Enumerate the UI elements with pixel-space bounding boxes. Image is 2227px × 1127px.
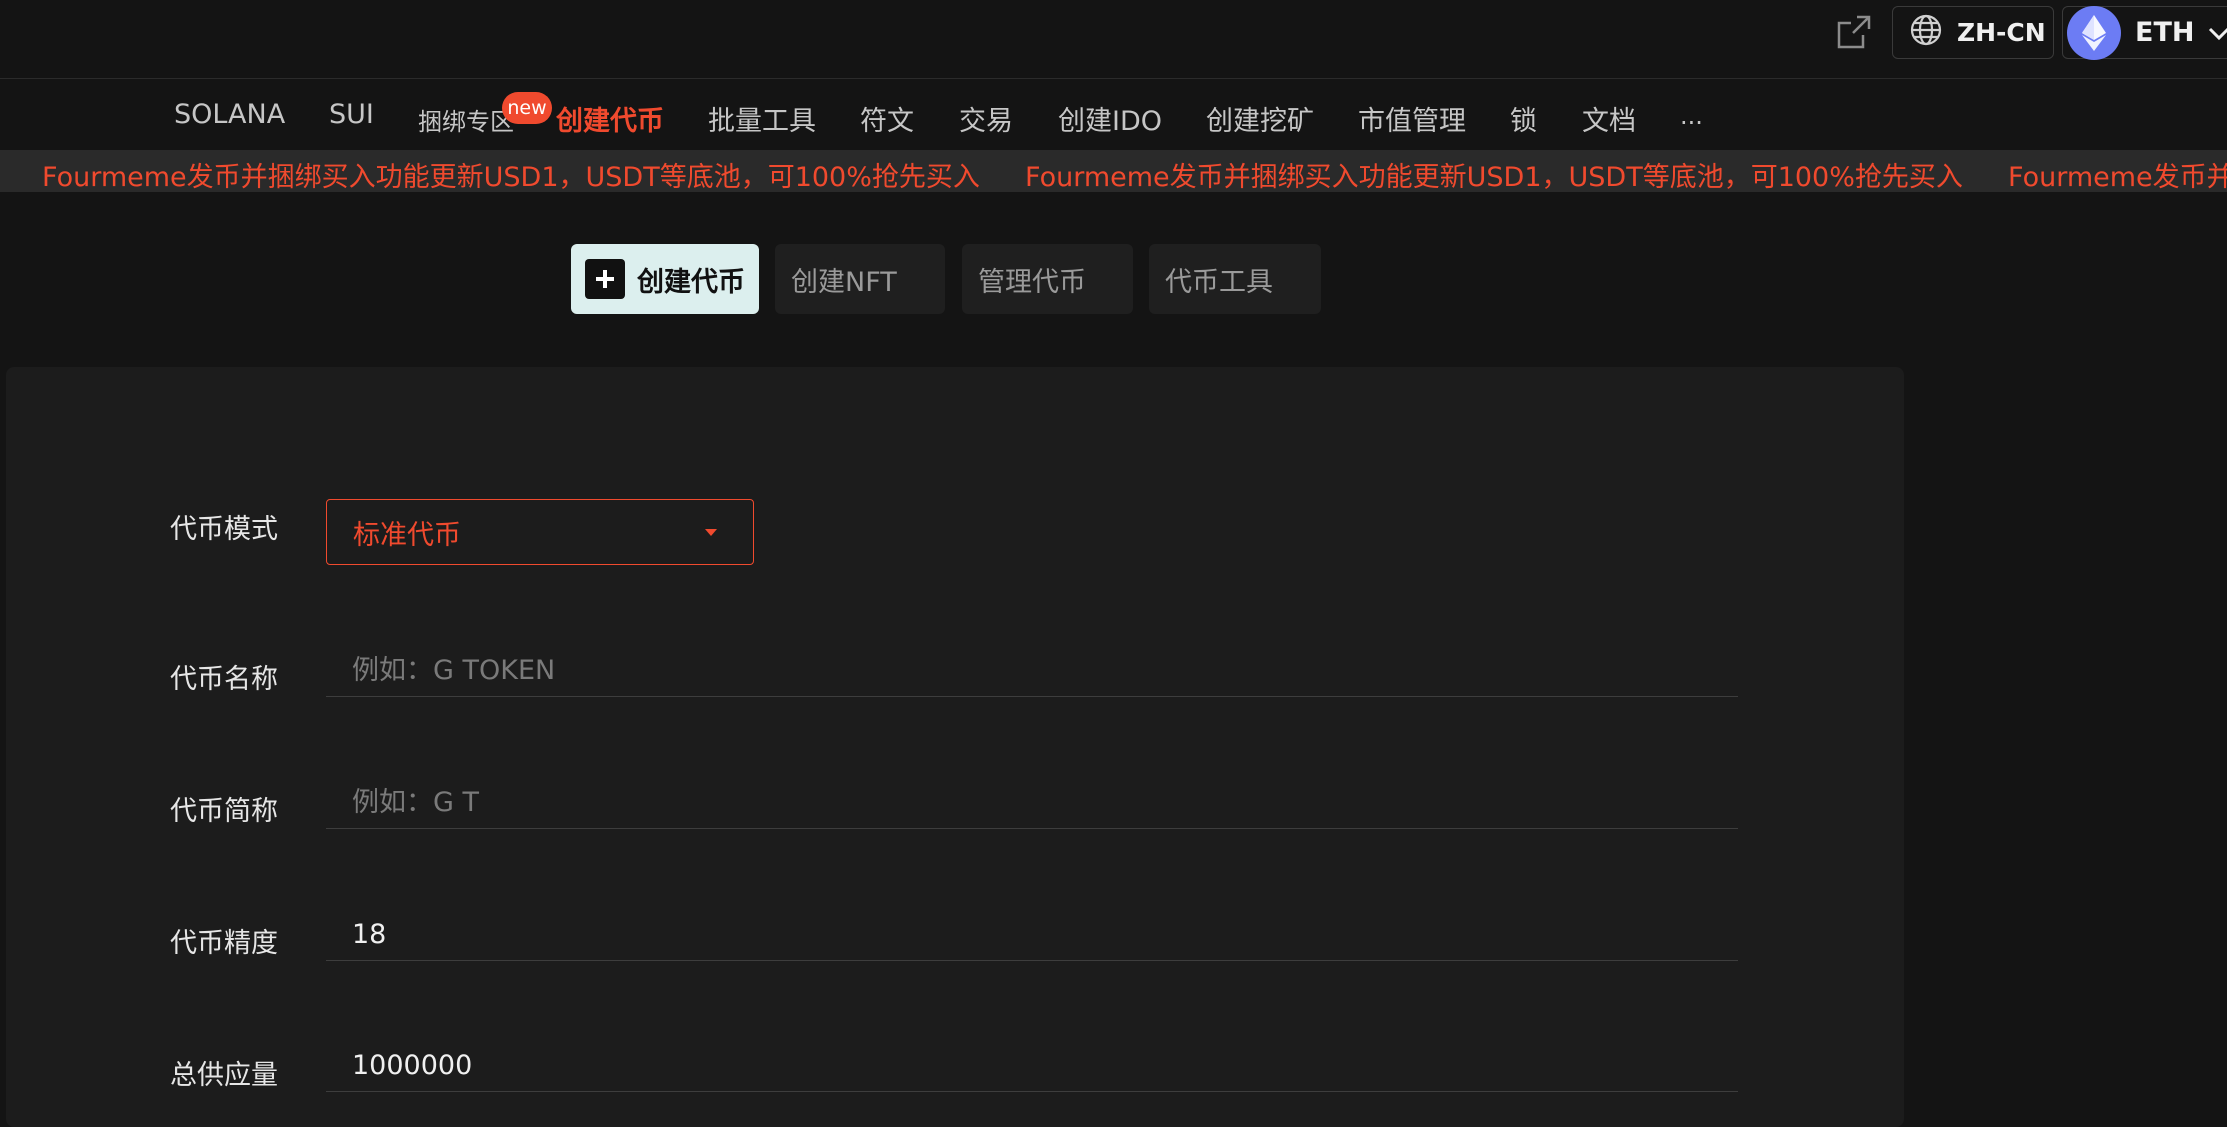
token-symbol-input[interactable] xyxy=(326,777,1738,828)
tab-create-token[interactable]: 创建代币 xyxy=(571,244,759,314)
announcement-text: Fourmeme发币并捆绑买入功能更新USD1，USDT等底池，可100%抢先买… xyxy=(42,162,980,192)
token-name-input[interactable] xyxy=(326,645,1738,696)
nav-item-create-token[interactable]: 创建代币 xyxy=(556,99,664,138)
plus-icon xyxy=(585,259,625,299)
main-nav: SOLANA SUI 捆绑专区 new 创建代币 批量工具 符文 交易 创建ID… xyxy=(0,79,2227,151)
announcement-text: Fourmeme发币并捆绑买入功能更新USD1，USDT等底池，可100%抢先买… xyxy=(1025,162,1963,192)
nav-item-lock[interactable]: 锁 xyxy=(1510,99,1537,138)
share-icon[interactable] xyxy=(1833,13,1873,53)
caret-down-icon xyxy=(705,529,717,536)
total-supply-input[interactable] xyxy=(326,1040,1738,1091)
token-decimals-field xyxy=(326,909,1738,961)
announcement-marquee: Fourmeme发币并捆绑买入功能更新USD1，USDT等底池，可100%抢先买… xyxy=(0,150,2227,192)
announcement-text: Fourmeme发币并捆 xyxy=(2008,162,2227,192)
nav-item-docs[interactable]: 文档 xyxy=(1582,99,1636,138)
nav-item-runes[interactable]: 符文 xyxy=(860,99,914,138)
nav-item-solana[interactable]: SOLANA xyxy=(174,99,285,130)
nav-item-trade[interactable]: 交易 xyxy=(959,99,1013,138)
total-supply-field xyxy=(326,1040,1738,1092)
token-name-field xyxy=(326,645,1738,697)
tab-create-nft[interactable]: 创建NFT xyxy=(775,244,945,314)
tab-label: 创建NFT xyxy=(791,266,897,298)
nav-item-create-mining[interactable]: 创建挖矿 xyxy=(1206,99,1314,138)
token-mode-select[interactable]: 标准代币 xyxy=(326,499,754,565)
token-mode-value: 标准代币 xyxy=(353,519,461,551)
language-selector[interactable]: ZH-CN xyxy=(1892,6,2054,59)
ethereum-icon xyxy=(2067,5,2121,60)
nav-item-bundle[interactable]: 捆绑专区 xyxy=(418,102,514,137)
top-header: ZH-CN ETH xyxy=(0,0,2227,79)
token-name-label: 代币名称 xyxy=(170,664,278,695)
nav-item-market-cap[interactable]: 市值管理 xyxy=(1358,99,1466,138)
nav-item-create-ido[interactable]: 创建IDO xyxy=(1058,99,1162,138)
token-symbol-field xyxy=(326,777,1738,829)
tab-label: 创建代币 xyxy=(637,266,745,298)
tab-label: 管理代币 xyxy=(978,266,1086,298)
tab-token-tools[interactable]: 代币工具 xyxy=(1149,244,1321,314)
new-badge: new xyxy=(502,92,552,124)
chevron-down-icon xyxy=(2208,17,2227,48)
token-decimals-label: 代币精度 xyxy=(170,928,278,959)
create-token-form xyxy=(6,367,1904,1127)
language-label: ZH-CN xyxy=(1957,18,2046,47)
total-supply-label: 总供应量 xyxy=(170,1060,278,1091)
tab-manage-token[interactable]: 管理代币 xyxy=(962,244,1133,314)
token-symbol-label: 代币简称 xyxy=(170,796,278,827)
nav-item-more[interactable]: ... xyxy=(1680,102,1703,130)
nav-item-sui[interactable]: SUI xyxy=(329,99,374,130)
token-mode-label: 代币模式 xyxy=(170,514,278,545)
nav-item-batch-tools[interactable]: 批量工具 xyxy=(708,99,816,138)
chain-label: ETH xyxy=(2135,17,2195,48)
globe-icon xyxy=(1909,13,1943,53)
token-decimals-input[interactable] xyxy=(326,909,1738,960)
chain-selector[interactable]: ETH xyxy=(2062,5,2227,60)
tab-label: 代币工具 xyxy=(1165,266,1273,298)
